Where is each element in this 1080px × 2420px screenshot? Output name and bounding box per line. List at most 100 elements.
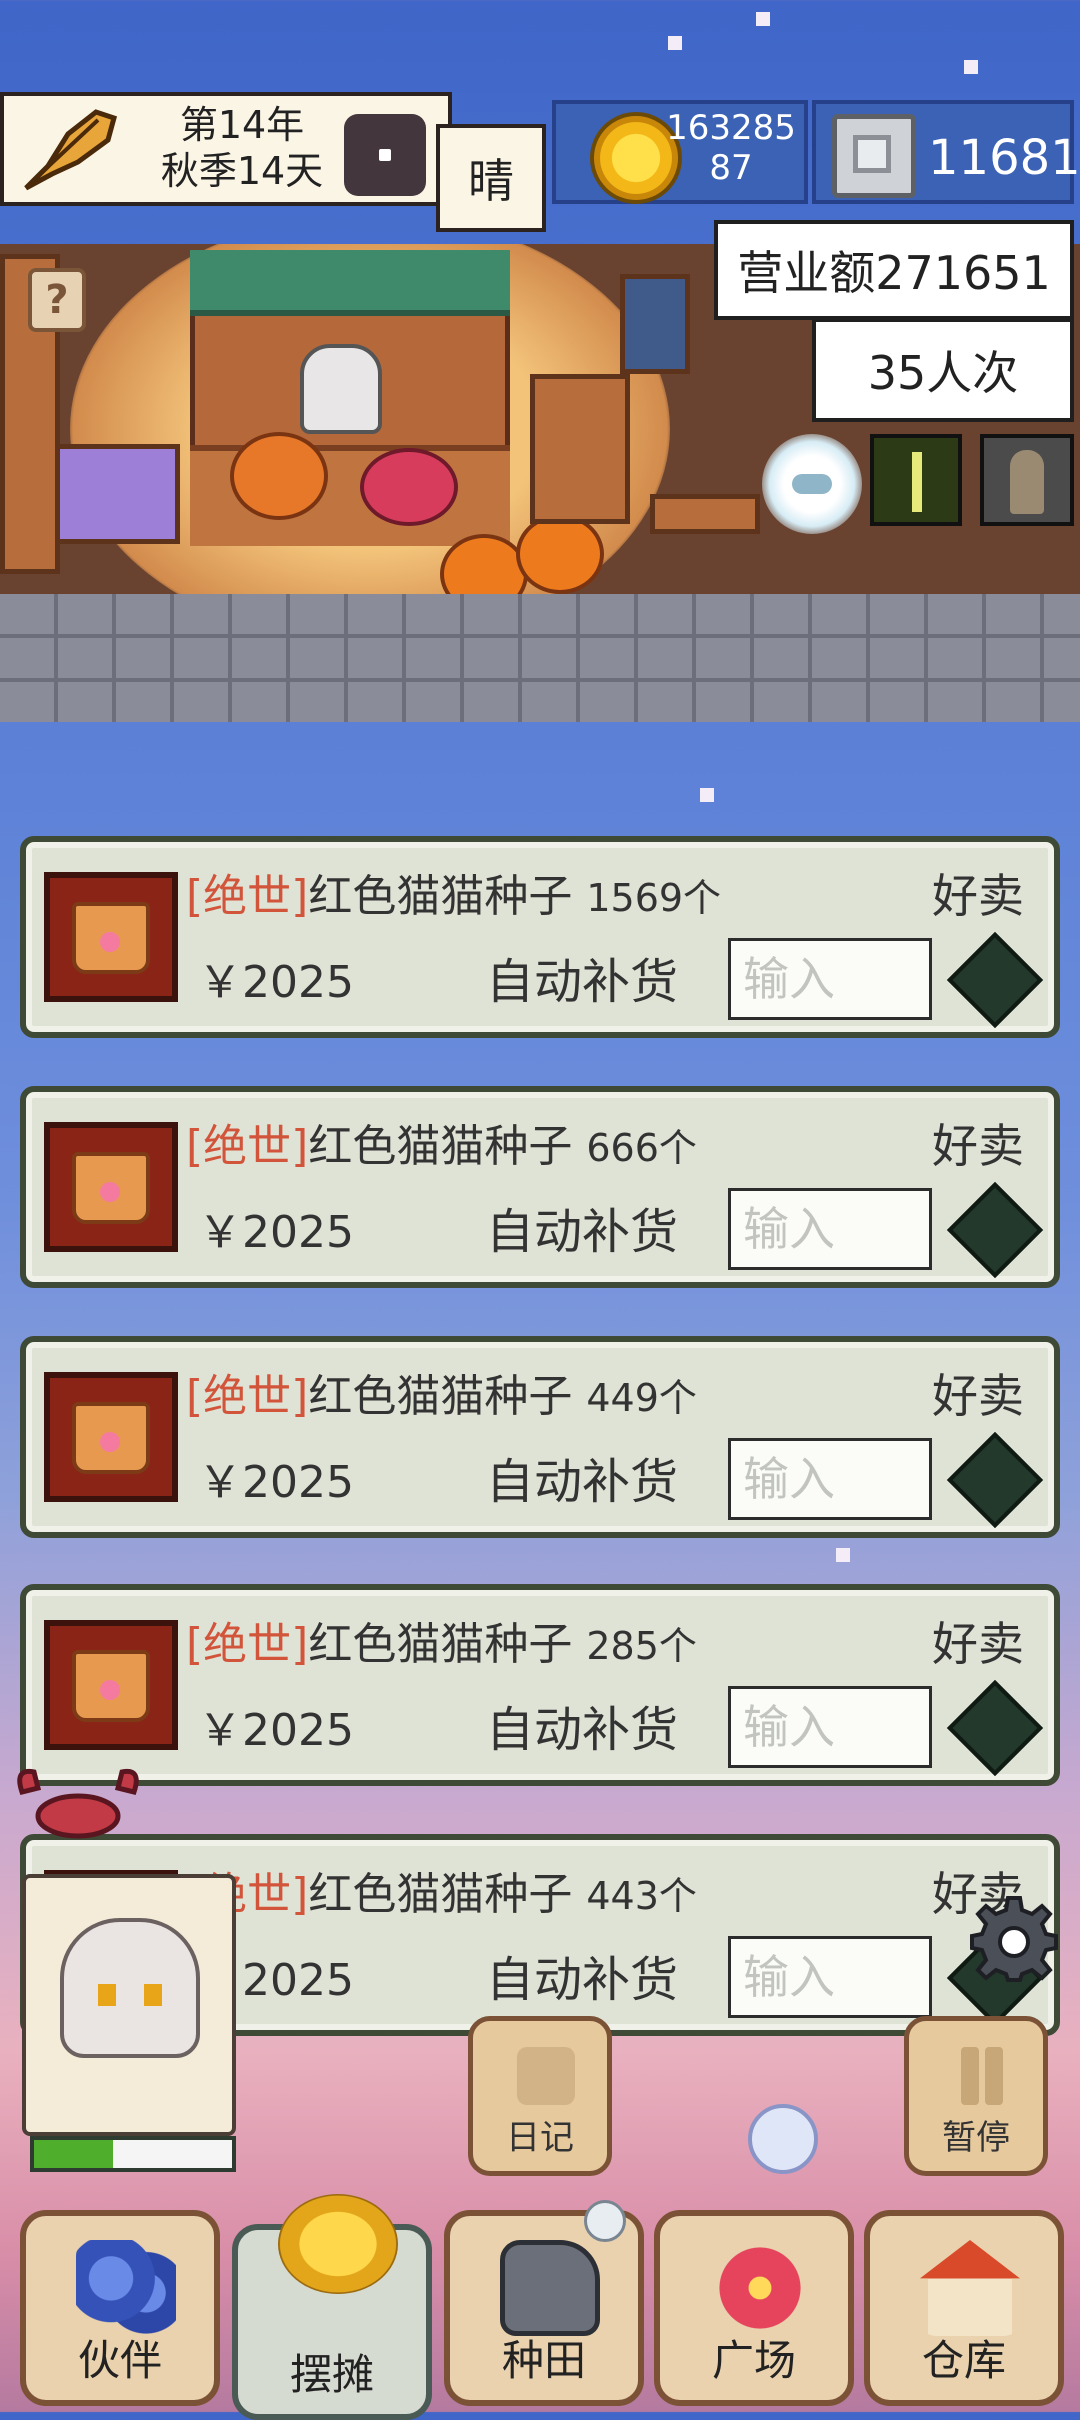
nav-partner[interactable]: 伙伴 bbox=[20, 2210, 220, 2406]
seed-bag-icon bbox=[44, 1372, 178, 1502]
item-rarity: [绝世] bbox=[186, 1121, 309, 1172]
item-count: 443个 bbox=[586, 1874, 697, 1918]
star-decoration bbox=[756, 12, 770, 26]
item-name: 红色猫猫种子 bbox=[308, 1371, 573, 1422]
pumpkin bbox=[516, 514, 604, 594]
coin-amount-line2: 87 bbox=[709, 148, 753, 188]
nav-farm-label: 种田 bbox=[501, 2336, 586, 2385]
crab-icon[interactable] bbox=[8, 1762, 148, 1842]
item-count: 449个 bbox=[586, 1376, 697, 1420]
silver-amount: 11681 bbox=[928, 130, 1080, 186]
item-name: 红色猫猫种子 bbox=[308, 1869, 573, 1920]
date-panel: 第14年 秋季14天 bbox=[0, 92, 452, 206]
nav-storage-label: 仓库 bbox=[921, 2336, 1006, 2385]
item-rarity: [绝世] bbox=[186, 871, 309, 922]
companion-character bbox=[60, 1918, 200, 2058]
nav-stall[interactable]: 摆摊 bbox=[232, 2194, 432, 2420]
sell-diamond-button[interactable] bbox=[946, 931, 1044, 1029]
item-name: 红色猫猫种子 bbox=[308, 871, 573, 922]
year-label: 第14年 bbox=[179, 103, 305, 147]
nav-storage[interactable]: 仓库 bbox=[864, 2210, 1064, 2406]
signpost bbox=[650, 494, 760, 534]
item-price: ￥2025 bbox=[198, 1457, 354, 1508]
vegetable-pumpkin bbox=[230, 432, 328, 520]
restock-input[interactable] bbox=[728, 1188, 932, 1270]
item-price: ￥2025 bbox=[198, 1207, 354, 1258]
nav-plaza[interactable]: 广场 bbox=[654, 2210, 854, 2406]
revenue-label: 营业额271651 bbox=[714, 220, 1074, 320]
sell-diamond-button[interactable] bbox=[946, 1181, 1044, 1279]
item-sell-tag: 好卖 bbox=[932, 869, 1024, 923]
feather-quill-icon bbox=[24, 109, 118, 191]
item-count: 285个 bbox=[586, 1624, 697, 1668]
companion-portrait[interactable] bbox=[22, 1874, 236, 2136]
stamina-fill bbox=[34, 2140, 114, 2168]
help-question-icon[interactable]: ? bbox=[28, 268, 86, 332]
statue-building-icon[interactable] bbox=[980, 434, 1074, 526]
restock-input[interactable] bbox=[728, 1438, 932, 1520]
auto-restock-label: 自动补货 bbox=[486, 954, 679, 1010]
item-rarity: [绝世] bbox=[186, 1371, 309, 1422]
stone-floor bbox=[0, 594, 1080, 722]
sell-diamond-button[interactable] bbox=[946, 1679, 1044, 1777]
silver-counter: 11681 bbox=[812, 100, 1080, 204]
auto-restock-label: 自动补货 bbox=[486, 1454, 679, 1510]
gear-icon[interactable] bbox=[970, 1894, 1058, 1982]
diary-book-icon bbox=[517, 2047, 575, 2105]
notification-badge bbox=[584, 2200, 626, 2242]
shopkeeper-character bbox=[300, 344, 382, 434]
pause-label: 暂停 bbox=[942, 2118, 1010, 2158]
restock-input[interactable] bbox=[728, 938, 932, 1020]
item-price: ￥2025 bbox=[198, 1705, 354, 1756]
item-count: 1569个 bbox=[586, 876, 722, 920]
item-card[interactable]: [绝世]红色猫猫种子 285个 好卖 ￥2025 自动补货 bbox=[20, 1584, 1060, 1786]
weather-label: 晴 bbox=[436, 124, 546, 232]
restock-input[interactable] bbox=[728, 1686, 932, 1768]
item-price: ￥2025 bbox=[198, 957, 354, 1008]
nav-stall-label: 摆摊 bbox=[289, 2350, 374, 2399]
star-decoration bbox=[700, 788, 714, 802]
item-name: 红色猫猫种子 bbox=[308, 1121, 573, 1172]
nav-plaza-label: 广场 bbox=[711, 2336, 796, 2385]
pause-icon bbox=[953, 2047, 1011, 2105]
item-rarity: [绝世] bbox=[186, 1619, 309, 1670]
seed-bag-icon bbox=[44, 872, 178, 1002]
item-sell-tag: 好卖 bbox=[932, 1617, 1024, 1671]
auto-restock-label: 自动补货 bbox=[486, 1952, 679, 2008]
orb-icon[interactable] bbox=[748, 2104, 818, 2174]
item-card[interactable]: [绝世]红色猫猫种子 666个 好卖 ￥2025 自动补货 bbox=[20, 1086, 1060, 1288]
flower-pot bbox=[620, 274, 690, 374]
tree-building-icon[interactable] bbox=[870, 434, 962, 526]
partner-icon bbox=[76, 2240, 176, 2336]
vegetable-beet bbox=[360, 448, 458, 526]
stall-roof bbox=[190, 250, 510, 316]
star-decoration bbox=[836, 1548, 850, 1562]
auto-restock-label: 自动补货 bbox=[486, 1204, 679, 1260]
restock-input[interactable] bbox=[728, 1936, 932, 2018]
auto-restock-label: 自动补货 bbox=[486, 1702, 679, 1758]
seed-bag-icon bbox=[44, 1620, 178, 1750]
sell-diamond-button[interactable] bbox=[946, 1431, 1044, 1529]
diary-button[interactable]: 日记 bbox=[468, 2016, 612, 2176]
house-icon bbox=[920, 2240, 1020, 2336]
seed-bag-icon bbox=[44, 1122, 178, 1252]
item-sell-tag: 好卖 bbox=[932, 1369, 1024, 1423]
coin-pile-icon bbox=[278, 2194, 398, 2294]
crate-carrots bbox=[530, 374, 630, 524]
crate-grapes bbox=[50, 444, 180, 544]
pause-button[interactable]: 暂停 bbox=[904, 2016, 1048, 2176]
star-decoration bbox=[964, 60, 978, 74]
watering-can-icon bbox=[500, 2240, 600, 2336]
item-card[interactable]: [绝世]红色猫猫种子 1569个 好卖 ￥2025 自动补货 bbox=[20, 836, 1060, 1038]
diary-label: 日记 bbox=[506, 2118, 574, 2158]
clock-icon[interactable] bbox=[344, 114, 426, 196]
season-day-label: 秋季14天 bbox=[160, 149, 324, 193]
item-card[interactable]: [绝世]红色猫猫种子 449个 好卖 ￥2025 自动补货 bbox=[20, 1336, 1060, 1538]
stamina-bar bbox=[30, 2136, 236, 2172]
star-decoration bbox=[668, 36, 682, 50]
coin-counter: 163285 87 bbox=[552, 100, 808, 204]
nav-partner-label: 伙伴 bbox=[77, 2336, 162, 2385]
item-name: 红色猫猫种子 bbox=[308, 1619, 573, 1670]
silver-ingot-icon bbox=[832, 114, 916, 198]
cloud-bubble-icon[interactable] bbox=[762, 434, 862, 534]
